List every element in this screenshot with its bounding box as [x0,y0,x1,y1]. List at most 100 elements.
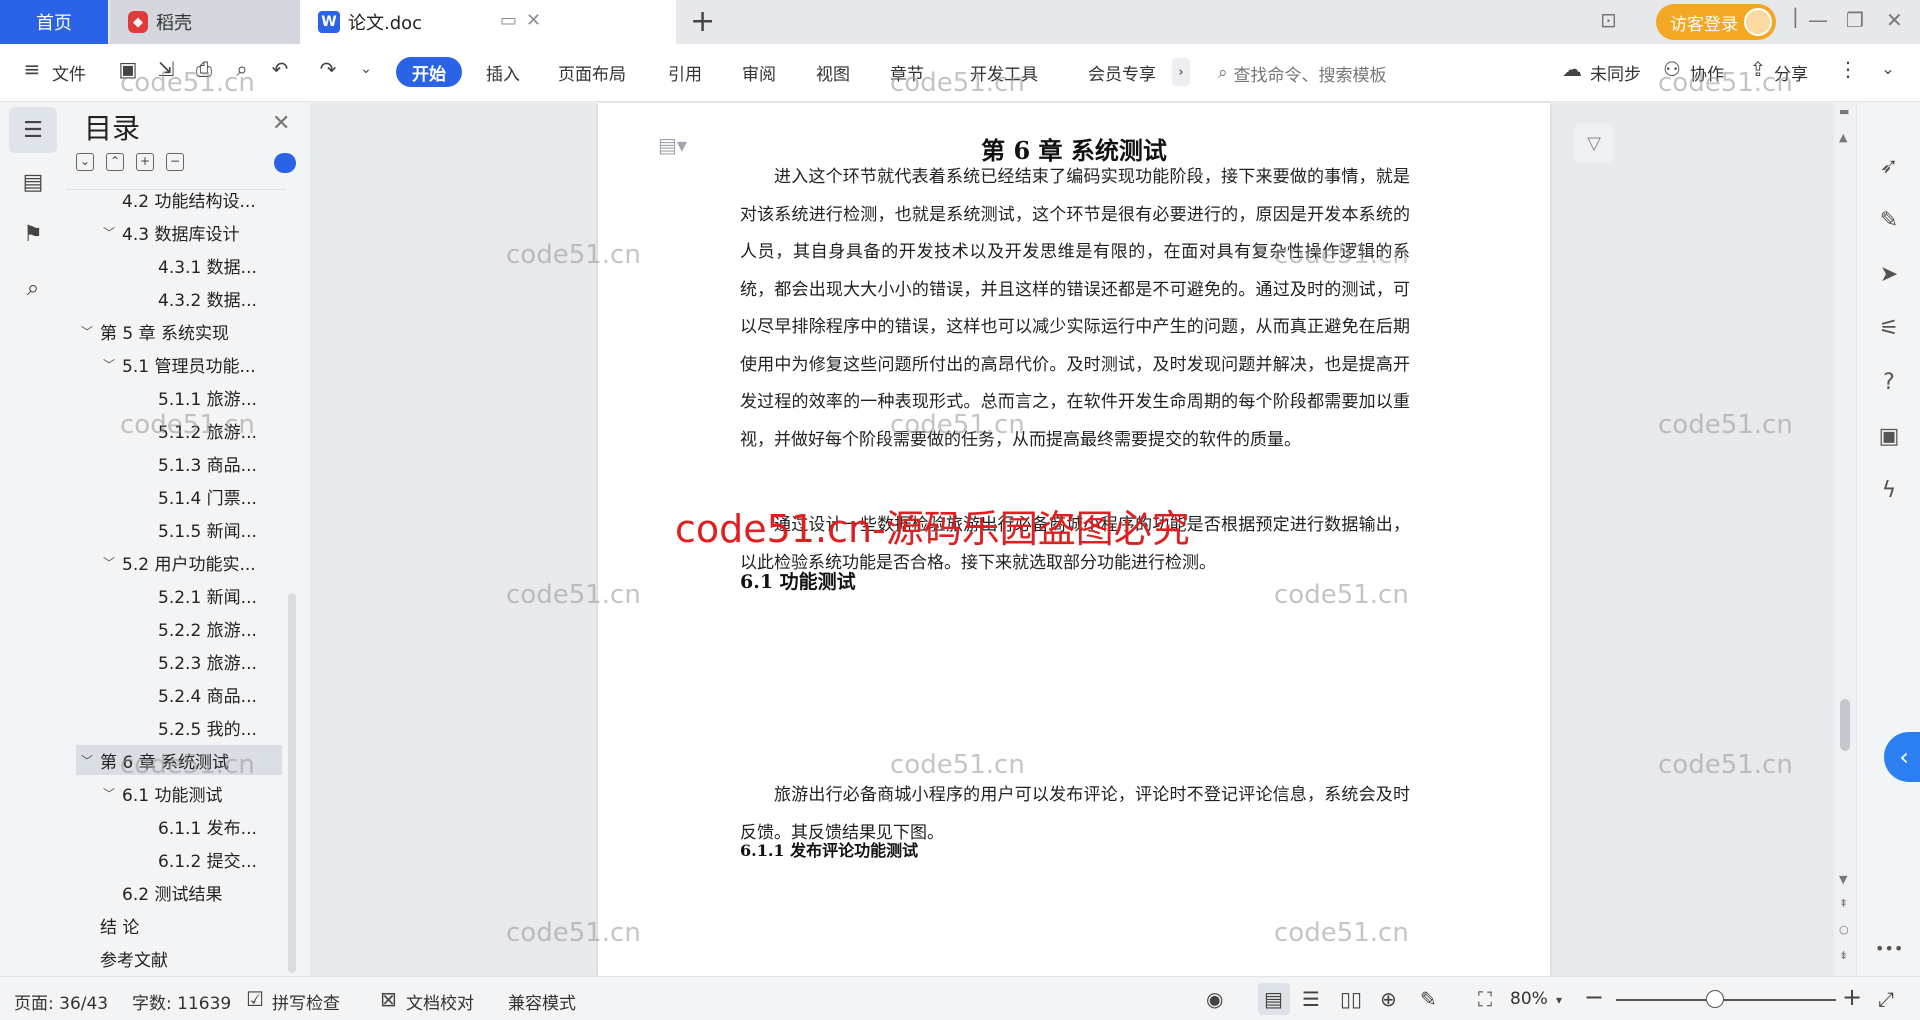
toc-item[interactable]: 4.3.1 数据... [76,250,282,280]
tab-page-layout[interactable]: 页面布局 [558,60,626,85]
zoom-slider[interactable] [1616,999,1836,1001]
chevron-down-icon[interactable]: ﹀ [100,356,118,373]
toc-item[interactable]: ﹀ 6.1 功能测试 [76,778,282,808]
scrollbar-thumb[interactable] [1840,699,1850,751]
toc-item[interactable]: 6.1.1 发布... [76,811,282,841]
toc-item[interactable]: 6.2 测试结果 [76,877,282,907]
page-indicator[interactable]: 页面: 36/43 [14,989,108,1014]
word-count[interactable]: 字数: 11639 [132,989,231,1014]
chevron-down-icon[interactable]: ﹀ [100,785,118,802]
collapse-all-icon[interactable]: ⌃ [106,153,124,171]
tab-view[interactable]: 视图 [816,60,850,85]
toc-item[interactable]: ﹀ 4.3 数据库设计 [76,217,282,247]
bookmark-icon[interactable]: ⚑ [9,211,57,257]
zoom-dropdown-icon[interactable]: ▾ [1556,993,1562,1007]
web-view-icon[interactable]: ⊕ [1380,987,1397,1011]
toc-item[interactable]: ﹀ 第 6 章 系统测试 [76,745,282,775]
toc-scrollbar[interactable] [288,593,296,973]
help-icon[interactable]: ? [1875,369,1903,397]
print-preview-icon[interactable]: ⌕ [230,57,254,81]
filter-icon[interactable]: ▽ [1574,123,1614,163]
next-page-icon[interactable]: ⇟ [1839,949,1848,962]
toc-item[interactable]: 5.1.4 门票... [76,481,282,511]
find-icon[interactable]: ⌕ [9,265,57,311]
pen-icon[interactable]: ✎ [1875,207,1903,235]
toc-item[interactable]: 5.2.3 旅游... [76,646,282,676]
save-icon[interactable]: ▣ [116,57,140,81]
tab-start[interactable]: 开始 [396,57,462,87]
chevron-down-icon[interactable]: ﹀ [78,752,96,769]
add-heading-icon[interactable]: + [136,153,154,171]
write-mode-icon[interactable]: ✎ [1420,987,1437,1011]
monitor-icon[interactable]: ▭ [500,10,517,31]
minimize-icon[interactable]: — [1808,8,1828,32]
toc-panel-icon[interactable]: ☰ [9,107,57,153]
scroll-down-icon[interactable]: ▼ [1839,873,1847,886]
more-options-icon[interactable]: ⋮ [1836,57,1860,81]
expand-all-icon[interactable]: ⌄ [76,153,94,171]
toc-item[interactable]: 参考文献 [76,943,282,973]
collaborate-button[interactable]: 协作 [1690,60,1724,85]
guest-login-button[interactable]: 访客登录 [1656,4,1776,40]
window-layout-icon[interactable]: ⊡ [1600,8,1617,32]
ai-assistant-icon[interactable] [274,153,296,173]
toc-item[interactable]: 4.3.2 数据... [76,283,282,313]
toc-item[interactable]: 5.2.1 新闻... [76,580,282,610]
tab-chapter[interactable]: 章节 [890,60,924,85]
tab-insert[interactable]: 插入 [486,60,520,85]
restore-icon[interactable]: ❐ [1846,8,1864,32]
toc-item[interactable]: ﹀ 5.1 管理员功能... [76,349,282,379]
export-icon[interactable]: ⇲ [154,57,178,81]
scroll-top-icon[interactable]: ▬ [1839,105,1849,118]
tab-developer[interactable]: 开发工具 [970,60,1038,85]
outline-icon[interactable]: ▤ [9,159,57,205]
file-menu[interactable]: 文件 [52,60,86,85]
tab-daoke[interactable]: ◆ 稻壳 [110,0,300,44]
toc-item[interactable]: 5.1.1 旅游... [76,382,282,412]
zoom-level[interactable]: 80% [1510,989,1548,1009]
sync-status[interactable]: 未同步 [1590,60,1641,85]
spellcheck-button[interactable]: 拼写检查 [272,989,340,1014]
undo-icon[interactable]: ↶ [268,57,292,81]
fullscreen-icon[interactable]: ⤢ [1878,987,1894,1011]
vertical-scrollbar[interactable]: ▬ ▲ ▼ ⇞ ○ ⇟ [1834,103,1856,976]
tab-home[interactable]: 首页 [0,0,108,44]
toc-item[interactable]: 5.1.5 新闻... [76,514,282,544]
document-page[interactable]: ▤▾ 第 6 章 系统测试 进入这个环节就代表着系统已经结束了编码实现功能阶段，… [598,103,1550,976]
tab-review[interactable]: 审阅 [742,60,776,85]
toc-item[interactable]: 5.1.3 商品... [76,448,282,478]
collapse-ribbon-icon[interactable]: ⌄ [1876,57,1900,81]
chevron-down-icon[interactable]: ﹀ [100,224,118,241]
toc-item[interactable]: 5.2.2 旅游... [76,613,282,643]
toc-item[interactable]: 5.2.5 我的... [76,712,282,742]
rocket-icon[interactable]: ➶ [1875,153,1903,181]
cursor-icon[interactable]: ➤ [1875,261,1903,289]
menu-icon[interactable]: ≡ [20,57,44,81]
zoom-in-icon[interactable]: + [1842,983,1862,1011]
toc-item[interactable]: 6.1.2 提交... [76,844,282,874]
redo-icon[interactable]: ↷ [316,57,340,81]
chevron-down-icon[interactable]: ﹀ [100,554,118,571]
more-tools-icon[interactable]: ••• [1875,935,1903,963]
proofread-button[interactable]: 文档校对 [406,989,474,1014]
toc-item[interactable]: 5.1.2 旅游... [76,415,282,445]
command-search[interactable]: ⌕ 查找命令、搜索模板 [1218,58,1448,88]
toc-item[interactable]: 5.2.4 商品... [76,679,282,709]
new-tab-button[interactable]: + [690,4,715,39]
zoom-slider-thumb[interactable] [1706,990,1724,1008]
read-view-icon[interactable]: ▯▯ [1340,987,1362,1011]
zoom-out-icon[interactable]: − [1584,983,1604,1011]
remove-heading-icon[interactable]: − [166,153,184,171]
toc-item[interactable]: ﹀ 5.2 用户功能实... [76,547,282,577]
image-tool-icon[interactable]: ▣ [1875,423,1903,451]
close-icon[interactable]: ✕ [272,111,290,136]
eye-protect-icon[interactable]: ◉ [1206,987,1223,1011]
ribbon-more-button[interactable]: › [1172,58,1190,86]
chevron-down-icon[interactable]: ⌄ [354,57,378,81]
tab-document[interactable]: W 论文.doc ▭ ✕ [300,0,676,44]
lightning-icon[interactable]: ϟ [1875,477,1903,505]
toc-item[interactable]: 结 论 [76,910,282,940]
page-view-icon[interactable]: ▤ [1264,987,1283,1011]
select-browse-icon[interactable]: ○ [1839,923,1849,936]
prev-page-icon[interactable]: ⇞ [1839,897,1848,910]
